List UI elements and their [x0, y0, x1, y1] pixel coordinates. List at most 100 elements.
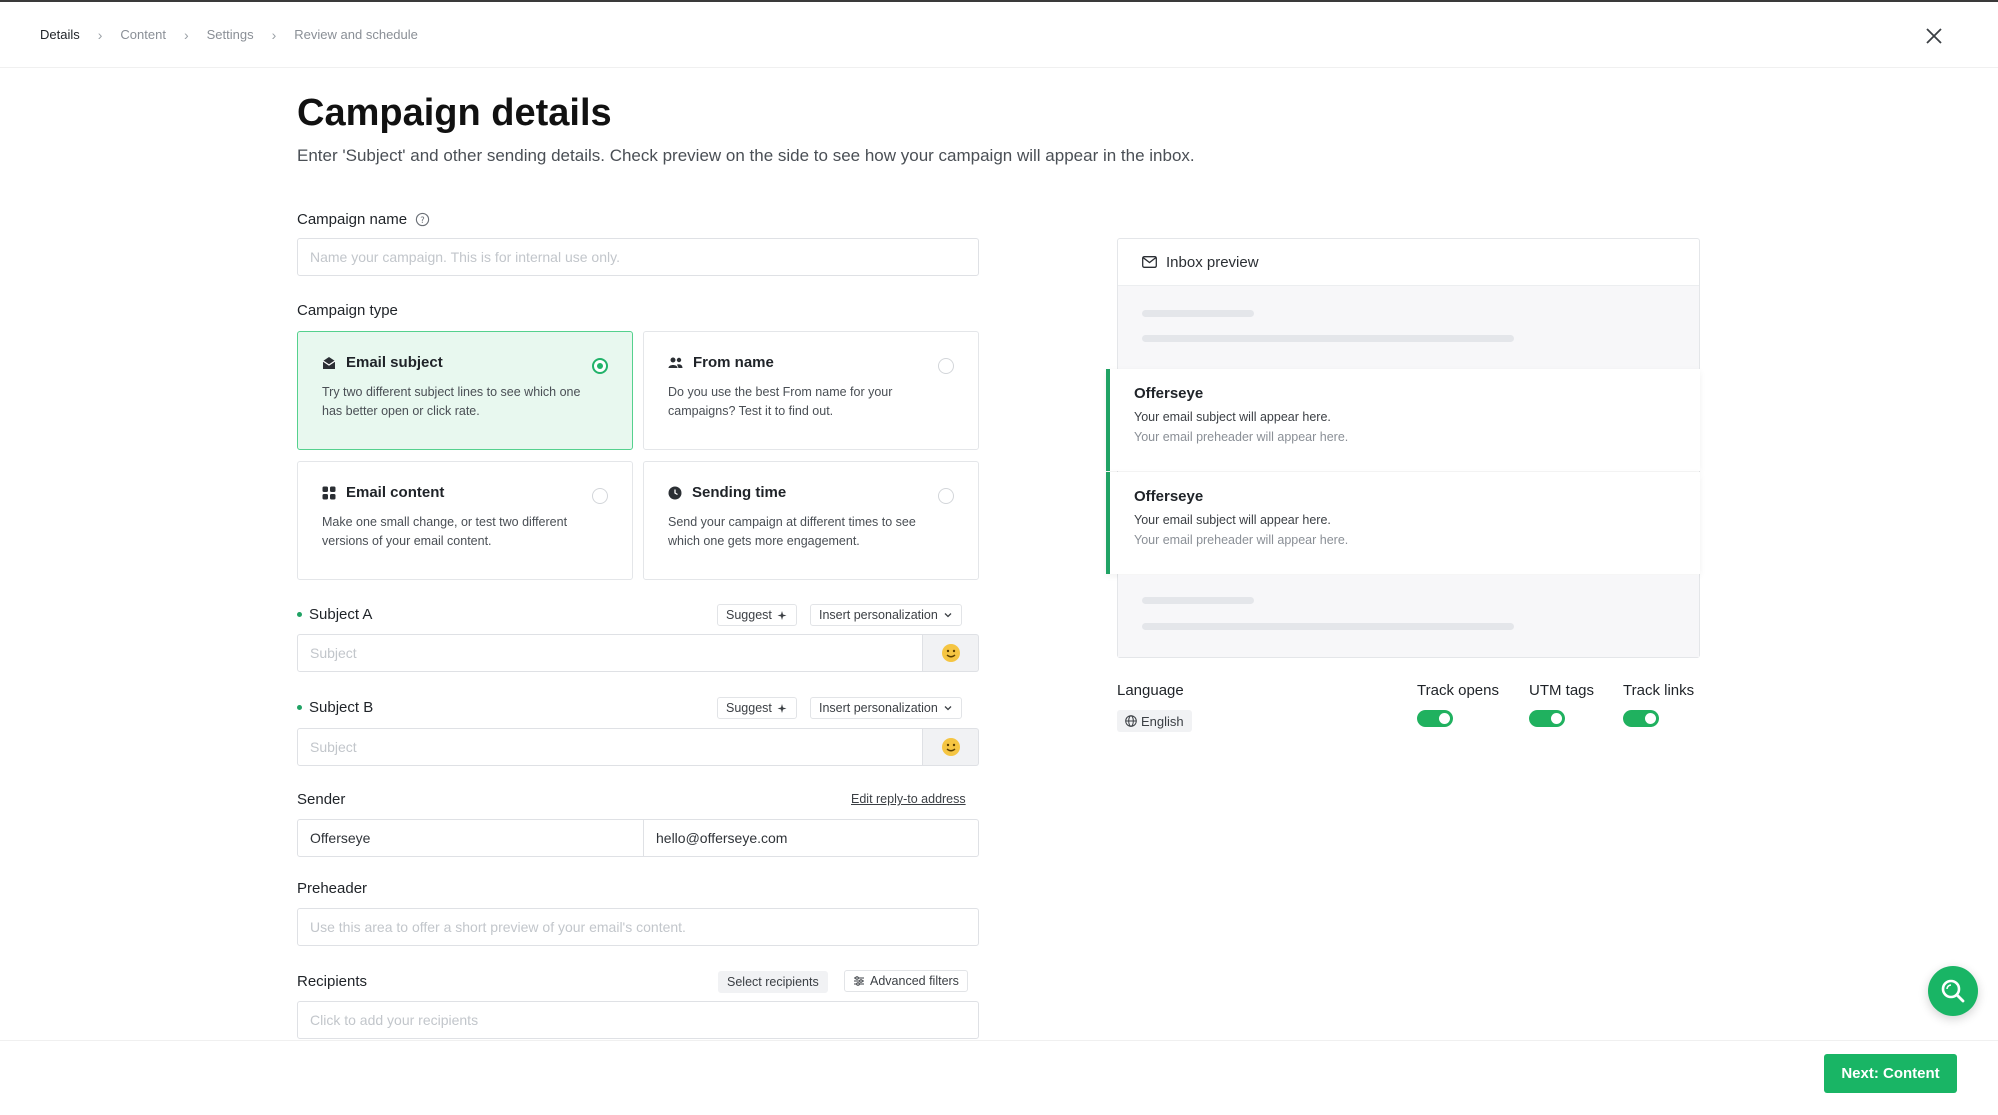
- preview-mail-b: Offerseye Your email subject will appear…: [1106, 472, 1700, 574]
- mail-from: Offerseye: [1134, 488, 1204, 505]
- subject-b-label: Subject B: [297, 699, 373, 716]
- campaign-type-label: Campaign type: [297, 302, 398, 319]
- campaign-name-input[interactable]: Name your campaign. This is for internal…: [297, 238, 979, 276]
- close-icon[interactable]: [1922, 24, 1946, 48]
- recipients-label: Recipients: [297, 973, 368, 990]
- card-title: From name: [693, 354, 774, 371]
- subject-a-label: Subject A: [297, 606, 372, 623]
- clock-icon: [668, 486, 682, 499]
- edit-reply-to-link[interactable]: Edit reply-to address: [851, 792, 966, 806]
- sender-name-input[interactable]: Offerseye: [297, 819, 644, 857]
- top-bar: Details › Content › Settings › Review an…: [0, 0, 1998, 68]
- emoji-picker-a-button[interactable]: [923, 634, 979, 672]
- suggest-label: Suggest: [726, 608, 772, 622]
- subject-a-input[interactable]: Subject: [297, 634, 923, 672]
- filter-icon: [854, 976, 864, 986]
- track-opens-label: Track opens: [1417, 682, 1499, 699]
- utm-tags-toggle[interactable]: [1529, 710, 1565, 727]
- campaign-type-email-content[interactable]: Email content Make one small change, or …: [297, 461, 633, 580]
- sender-email-input[interactable]: hello@offerseye.com: [643, 819, 979, 857]
- breadcrumb-content[interactable]: Content: [120, 27, 166, 42]
- mail-subject: Your email subject will appear here.: [1134, 513, 1331, 527]
- personalization-label: Insert personalization: [819, 608, 938, 622]
- track-opens-toggle[interactable]: [1417, 710, 1453, 727]
- subject-b-input[interactable]: Subject: [297, 728, 923, 766]
- suggest-a-button[interactable]: Suggest: [717, 604, 797, 626]
- preheader-placeholder: Use this area to offer a short preview o…: [310, 919, 686, 935]
- campaign-type-from-name[interactable]: From name Do you use the best From name …: [643, 331, 979, 450]
- card-description: Make one small change, or test two diffe…: [322, 515, 568, 548]
- language-selector[interactable]: English: [1117, 710, 1192, 732]
- radio-unselected[interactable]: [938, 358, 954, 374]
- envelope-open-icon: [322, 356, 336, 369]
- subject-a-label-text: Subject A: [309, 606, 373, 623]
- card-title: Email content: [346, 484, 445, 501]
- skeleton-bottom: [1118, 575, 1699, 657]
- skeleton-line: [1142, 623, 1514, 630]
- skeleton-top: [1118, 286, 1699, 370]
- breadcrumb-details[interactable]: Details: [40, 27, 80, 42]
- inbox-preview: Inbox preview Offerseye Your email subje…: [1106, 238, 1700, 658]
- breadcrumb-review[interactable]: Review and schedule: [294, 27, 418, 42]
- mail-subject: Your email subject will appear here.: [1134, 410, 1331, 424]
- personalization-label: Insert personalization: [819, 701, 938, 715]
- subject-b-placeholder: Subject: [310, 739, 357, 755]
- select-recipients-button[interactable]: Select recipients: [718, 971, 828, 993]
- grid-icon: [322, 486, 336, 499]
- smiley-icon: [941, 644, 960, 662]
- utm-tags-label: UTM tags: [1529, 682, 1595, 699]
- emoji-picker-b-button[interactable]: [923, 728, 979, 766]
- svg-text:?: ?: [420, 215, 424, 225]
- subject-b-label-text: Subject B: [309, 699, 374, 716]
- track-links-label: Track links: [1623, 682, 1695, 699]
- sparkle-icon: [777, 610, 787, 620]
- chevron-down-icon: [944, 706, 952, 711]
- chevron-right-icon: ›: [97, 26, 103, 43]
- skeleton-line: [1142, 335, 1514, 342]
- preheader-label: Preheader: [297, 880, 368, 897]
- suggest-label: Suggest: [726, 701, 772, 715]
- track-links-toggle[interactable]: [1623, 710, 1659, 727]
- recipients-input[interactable]: Click to add your recipients: [297, 1001, 979, 1039]
- mail-preheader: Your email preheader will appear here.: [1134, 430, 1349, 444]
- campaign-name-label: Campaign name ?: [297, 211, 430, 228]
- chevron-right-icon: ›: [271, 26, 277, 43]
- recipients-placeholder: Click to add your recipients: [310, 1012, 479, 1028]
- required-dot: [297, 705, 302, 710]
- sparkle-icon: [777, 703, 787, 713]
- chevron-down-icon: [944, 613, 952, 618]
- radio-unselected[interactable]: [938, 488, 954, 504]
- card-description: Send your campaign at different times to…: [668, 515, 916, 548]
- insert-personalization-a-button[interactable]: Insert personalization: [810, 604, 962, 626]
- breadcrumb-settings[interactable]: Settings: [207, 27, 254, 42]
- next-content-button[interactable]: Next: Content: [1824, 1054, 1957, 1093]
- inbox-preview-header: Inbox preview: [1118, 239, 1699, 286]
- radio-unselected[interactable]: [592, 488, 608, 504]
- preview-mail-a: Offerseye Your email subject will appear…: [1106, 369, 1700, 471]
- suggest-b-button[interactable]: Suggest: [717, 697, 797, 719]
- mail-from: Offerseye: [1134, 385, 1204, 402]
- radio-selected[interactable]: [592, 358, 608, 374]
- skeleton-line: [1142, 597, 1254, 604]
- campaign-type-email-subject[interactable]: Email subject Try two different subject …: [297, 331, 633, 450]
- footer-bar: Next: Content: [0, 1040, 1998, 1115]
- sender-label: Sender: [297, 791, 346, 808]
- skeleton-line: [1142, 310, 1254, 317]
- mail-preheader: Your email preheader will appear here.: [1134, 533, 1349, 547]
- help-icon[interactable]: ?: [415, 212, 430, 227]
- sender-email-value: hello@offerseye.com: [656, 830, 788, 846]
- preheader-input[interactable]: Use this area to offer a short preview o…: [297, 908, 979, 946]
- insert-personalization-b-button[interactable]: Insert personalization: [810, 697, 962, 719]
- language-label: Language: [1117, 682, 1184, 699]
- users-icon: [668, 357, 683, 368]
- campaign-name-placeholder: Name your campaign. This is for internal…: [310, 249, 620, 265]
- card-description: Try two different subject lines to see w…: [322, 385, 581, 418]
- select-recipients-label: Select recipients: [727, 975, 819, 989]
- floating-search-button[interactable]: [1928, 966, 1978, 1016]
- campaign-type-sending-time[interactable]: Sending time Send your campaign at diffe…: [643, 461, 979, 580]
- card-description: Do you use the best From name for your c…: [668, 385, 893, 418]
- advanced-filters-button[interactable]: Advanced filters: [844, 970, 968, 992]
- subject-a-placeholder: Subject: [310, 645, 357, 661]
- sender-name-value: Offerseye: [310, 830, 371, 846]
- page-title: Campaign details: [297, 92, 612, 134]
